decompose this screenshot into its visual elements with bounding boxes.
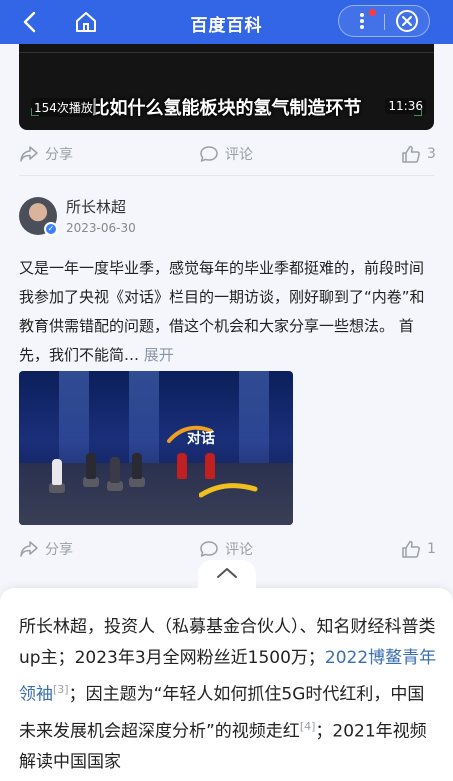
video-player-1[interactable]: 比如什么氢能板块的氢气制造环节 154次播放 11:36 (19, 44, 434, 130)
video-player-2[interactable]: 对话 (19, 371, 293, 525)
share-button[interactable]: 分享 (19, 539, 73, 559)
top-bar: 百度百科 (0, 0, 453, 44)
focus-corner (31, 108, 39, 116)
reference-4[interactable]: [4] (300, 720, 316, 733)
post-date: 2023-06-30 (66, 221, 136, 235)
like-button[interactable]: 3 (401, 144, 436, 164)
thumbs-up-icon (402, 540, 420, 558)
host-figure (177, 453, 187, 479)
guest-figure (132, 453, 142, 479)
comment-label: 评论 (225, 147, 253, 163)
host-figure (205, 453, 215, 479)
action-bar-1: 分享 评论 3 (0, 139, 453, 169)
author-name[interactable]: 所长林超 (66, 196, 126, 217)
share-icon (20, 541, 38, 557)
comment-label: 评论 (225, 542, 253, 558)
video-progress-line (19, 52, 434, 53)
post-body: 又是一年一度毕业季，感觉每年的毕业季都挺难的，前段时间我参加了央视《对话》栏目的… (19, 259, 425, 364)
comment-icon (200, 541, 218, 557)
like-count: 3 (427, 146, 436, 162)
verified-badge-icon: ✓ (44, 222, 58, 236)
collapse-toggle[interactable] (198, 560, 256, 590)
share-label: 分享 (45, 542, 73, 558)
guest-figure (86, 453, 96, 479)
guest-figure (110, 457, 120, 483)
expand-link[interactable]: 展开 (144, 346, 174, 364)
thumbs-up-icon (402, 145, 420, 163)
comment-button[interactable]: 评论 (199, 144, 253, 164)
like-button[interactable]: 1 (401, 539, 436, 559)
share-label: 分享 (45, 147, 73, 163)
like-count: 1 (427, 541, 436, 557)
comment-button[interactable]: 评论 (199, 539, 253, 559)
share-button[interactable]: 分享 (19, 144, 73, 164)
share-icon (20, 146, 38, 162)
chevron-up-icon (217, 568, 237, 578)
reference-3[interactable]: [3] (53, 683, 69, 696)
focus-corner (414, 108, 422, 116)
capsule-divider (384, 14, 385, 30)
comment-icon (200, 146, 218, 162)
notification-dot (369, 9, 376, 16)
summary-text: 所长林超，投资人（私募基金合伙人）、知名财经科普类up主；2023年3月全网粉丝… (19, 612, 437, 778)
guest-figure (52, 459, 62, 485)
play-count: 154次播放 (31, 98, 96, 117)
svg-text:对话: 对话 (187, 430, 215, 447)
divider (19, 175, 434, 176)
post-text[interactable]: 又是一年一度毕业季，感觉每年的毕业季都挺难的，前段时间我参加了央视《对话》栏目的… (19, 254, 437, 370)
close-circle-icon[interactable] (395, 9, 419, 33)
dialogue-logo-icon: 对话 (167, 425, 215, 447)
mini-app-capsule (338, 5, 430, 37)
floor-logo-icon (199, 483, 258, 498)
